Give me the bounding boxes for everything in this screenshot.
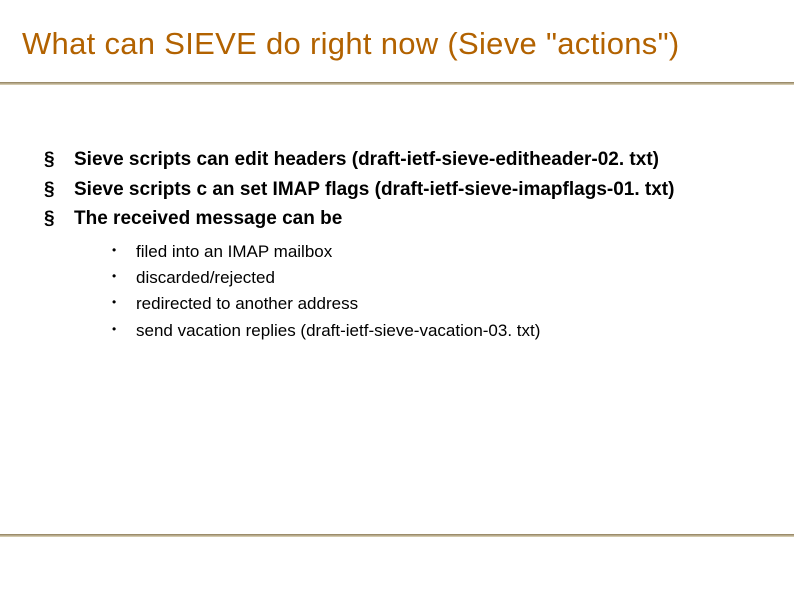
divider-top — [0, 82, 794, 85]
list-item-text: redirected to another address — [136, 294, 358, 313]
list-item: Sieve scripts can edit headers (draft-ie… — [40, 146, 754, 174]
divider-bottom — [0, 534, 794, 537]
list-item: Sieve scripts c an set IMAP flags (draft… — [40, 176, 754, 204]
list-item-text: The received message can be — [74, 208, 342, 229]
list-item: send vacation replies (draft-ietf-sieve-… — [108, 318, 754, 344]
list-item: The received message can be filed into a… — [40, 205, 754, 344]
list-item-text: discarded/rejected — [136, 268, 275, 287]
list-item-text: Sieve scripts can edit headers (draft-ie… — [74, 149, 659, 170]
slide-title: What can SIEVE do right now (Sieve "acti… — [22, 26, 772, 62]
list-item-text: filed into an IMAP mailbox — [136, 242, 332, 261]
list-item-text: Sieve scripts c an set IMAP flags (draft… — [74, 179, 674, 200]
list-item: filed into an IMAP mailbox — [108, 239, 754, 265]
slide: What can SIEVE do right now (Sieve "acti… — [0, 0, 794, 595]
list-item: discarded/rejected — [108, 265, 754, 291]
list-item: redirected to another address — [108, 291, 754, 317]
sub-bullet-list: filed into an IMAP mailbox discarded/rej… — [74, 239, 754, 344]
bullet-list: Sieve scripts can edit headers (draft-ie… — [40, 146, 754, 344]
list-item-text: send vacation replies (draft-ietf-sieve-… — [136, 321, 540, 340]
slide-body: Sieve scripts can edit headers (draft-ie… — [40, 146, 754, 346]
